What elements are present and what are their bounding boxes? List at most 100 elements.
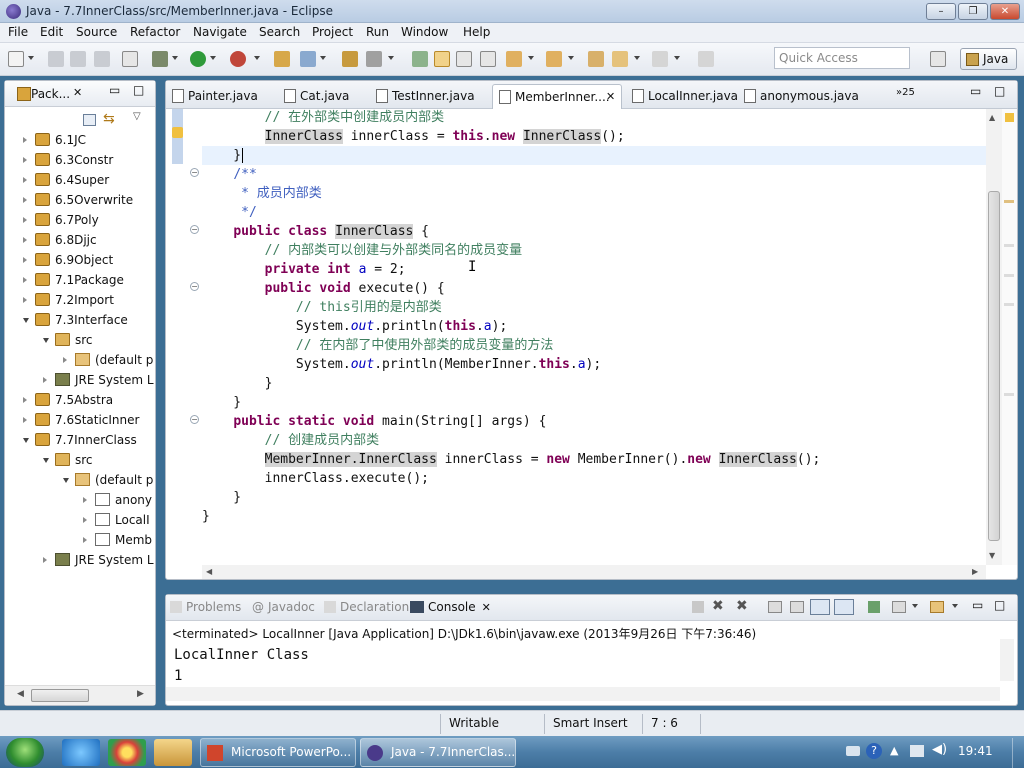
close-tab-icon[interactable]: ✕	[606, 85, 615, 109]
warning-overview-icon[interactable]	[1005, 113, 1014, 122]
menu-refactor[interactable]: Refactor	[130, 25, 180, 39]
close-button[interactable]: ✕	[990, 3, 1020, 20]
occurrence-marker[interactable]	[1004, 303, 1014, 306]
display-console-icon[interactable]	[892, 601, 906, 613]
collapsed-arrow-icon[interactable]	[23, 277, 27, 283]
open-perspective-icon[interactable]	[930, 51, 946, 67]
block-select-icon[interactable]	[456, 51, 472, 67]
open-console-icon[interactable]	[930, 601, 944, 613]
last-edit-icon[interactable]	[588, 51, 604, 67]
new-package-icon[interactable]	[300, 51, 316, 67]
editor-hscroll[interactable]: ◀ ▶	[202, 565, 986, 579]
collapsed-arrow-icon[interactable]	[23, 157, 27, 163]
collapsed-arrow-icon[interactable]	[63, 357, 67, 363]
taskbar-eclipse[interactable]: Java - 7.7InnerClas...	[360, 738, 516, 767]
collapsed-arrow-icon[interactable]	[23, 417, 27, 423]
menu-run[interactable]: Run	[366, 25, 389, 39]
explorer-folder-icon[interactable]	[154, 739, 192, 766]
tree-item[interactable]: (default p	[5, 350, 155, 370]
maximize-editor-icon[interactable]: □	[994, 84, 1005, 98]
collapse-all-icon[interactable]	[83, 114, 96, 126]
hscroll-thumb[interactable]	[31, 689, 89, 702]
toggle-icon[interactable]	[122, 51, 138, 67]
expanded-arrow-icon[interactable]	[23, 438, 29, 443]
open-console-dropdown-icon[interactable]	[952, 604, 958, 608]
collapsed-arrow-icon[interactable]	[23, 297, 27, 303]
tree-item[interactable]: (default p	[5, 470, 155, 490]
print-icon[interactable]	[94, 51, 110, 67]
tab-testinner-java[interactable]: TestInner.java	[370, 84, 476, 109]
scroll-left-icon[interactable]: ◀	[17, 689, 24, 699]
close-view-icon[interactable]: ✕	[73, 86, 82, 99]
start-button[interactable]	[6, 738, 44, 767]
console-vscroll[interactable]	[1000, 639, 1014, 681]
code-area[interactable]: // 在外部类中创建成员内部类 InnerClass innerClass = …	[202, 109, 986, 565]
network-icon[interactable]	[910, 745, 924, 757]
fold-toggle-icon[interactable]: −	[190, 415, 199, 424]
fold-toggle-icon[interactable]: −	[190, 282, 199, 291]
scroll-left-icon[interactable]: ◀	[206, 567, 212, 576]
tab-console[interactable]: Console ✕	[410, 600, 491, 614]
save-icon[interactable]	[48, 51, 64, 67]
package-explorer-hscroll[interactable]: ◀ ▶	[5, 685, 155, 705]
expanded-arrow-icon[interactable]	[63, 478, 69, 483]
collapsed-arrow-icon[interactable]	[23, 197, 27, 203]
tab-painter-java[interactable]: Painter.java	[166, 84, 264, 109]
scroll-right-icon[interactable]: ▶	[972, 567, 978, 576]
collapsed-arrow-icon[interactable]	[23, 177, 27, 183]
tree-item[interactable]: Memb	[5, 530, 155, 550]
expanded-arrow-icon[interactable]	[43, 338, 49, 343]
collapsed-arrow-icon[interactable]	[83, 537, 87, 543]
tree-item[interactable]: 6.4Super	[5, 170, 155, 190]
clear-console-icon[interactable]	[768, 601, 782, 613]
taskbar-clock[interactable]: 19:41	[958, 744, 993, 758]
menu-help[interactable]: Help	[463, 25, 490, 39]
menu-project[interactable]: Project	[312, 25, 353, 39]
occurrence-marker[interactable]	[1004, 244, 1014, 247]
toggle-mark-icon[interactable]	[412, 51, 428, 67]
tree-item[interactable]: 7.2Import	[5, 290, 155, 310]
show-desktop-button[interactable]	[1012, 738, 1024, 768]
expanded-arrow-icon[interactable]	[43, 458, 49, 463]
new-dropdown-icon[interactable]	[28, 56, 34, 60]
close-tab-icon[interactable]: ✕	[482, 601, 491, 614]
view-menu-icon[interactable]: ▽	[133, 111, 141, 122]
menu-search[interactable]: Search	[259, 25, 300, 39]
minimize-editor-icon[interactable]: ▭	[970, 84, 981, 98]
menu-source[interactable]: Source	[76, 25, 117, 39]
java-perspective-button[interactable]: Java	[960, 48, 1017, 70]
back-icon[interactable]	[612, 51, 628, 67]
editor-vscroll-thumb[interactable]	[988, 191, 1000, 541]
tree-item[interactable]: 6.3Constr	[5, 150, 155, 170]
search-dropdown-icon[interactable]	[388, 56, 394, 60]
pin-editor-icon[interactable]	[698, 51, 714, 67]
occurrence-marker[interactable]	[1004, 200, 1014, 203]
terminate-icon[interactable]	[692, 601, 704, 613]
tab-localinner-java[interactable]: LocalInner.java	[626, 84, 738, 109]
tree-item[interactable]: anony	[5, 490, 155, 510]
tree-item[interactable]: 7.7InnerClass	[5, 430, 155, 450]
quick-access-input[interactable]: Quick Access	[774, 47, 910, 69]
maximize-button[interactable]: ❐	[958, 3, 988, 20]
tree-item[interactable]: 6.5Overwrite	[5, 190, 155, 210]
external-tools-dropdown-icon[interactable]	[254, 56, 260, 60]
new-java-project-icon[interactable]	[274, 51, 290, 67]
forward-icon[interactable]	[652, 51, 668, 67]
console-hscroll[interactable]	[166, 687, 1000, 701]
debug-dropdown-icon[interactable]	[172, 56, 178, 60]
collapsed-arrow-icon[interactable]	[43, 377, 47, 383]
fold-toggle-icon[interactable]: −	[190, 225, 199, 234]
scroll-lock-icon[interactable]	[790, 601, 804, 613]
occurrence-marker[interactable]	[1004, 274, 1014, 277]
tree-item[interactable]: JRE System L	[5, 550, 155, 570]
internet-explorer-icon[interactable]	[62, 739, 100, 766]
next-annotation-dropdown-icon[interactable]	[528, 56, 534, 60]
maximize-view-icon[interactable]: □	[133, 83, 144, 97]
run-icon[interactable]	[190, 51, 206, 67]
scroll-up-icon[interactable]: ▲	[989, 113, 995, 122]
menu-edit[interactable]: Edit	[40, 25, 63, 39]
tree-item[interactable]: 6.7Poly	[5, 210, 155, 230]
collapsed-arrow-icon[interactable]	[23, 137, 27, 143]
open-type-icon[interactable]	[342, 51, 358, 67]
tab-anonymous-java[interactable]: anonymous.java	[738, 84, 868, 109]
